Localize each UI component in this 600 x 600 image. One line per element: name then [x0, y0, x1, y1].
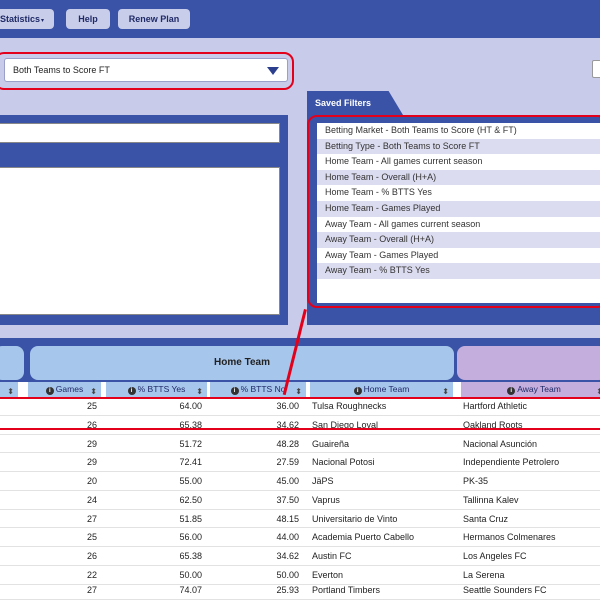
cell-home-team: Austin FC — [312, 551, 352, 561]
info-icon: i — [127, 387, 136, 395]
highlight-annotation — [307, 115, 600, 308]
cell-home-team: Vaprus — [312, 494, 340, 505]
cell-away-team: Tallinna Kalev — [463, 494, 519, 505]
cell-btts-no: 27.59 — [276, 457, 299, 468]
cell-home-team: Academia Puerto Cabello — [312, 532, 415, 543]
column-header-away-team[interactable]: i Away Team ⬍ — [461, 382, 600, 397]
cell-home-team: Universitario de Vinto — [312, 513, 398, 524]
saved-filters-tab[interactable]: Saved Filters — [307, 91, 403, 115]
group-header-home-team: Home Team — [30, 346, 454, 380]
table-row[interactable]: 29 51.72 48.28 Guaireña Nacional Asunció… — [0, 435, 600, 454]
column-header-btts-yes[interactable]: i% BTTS Yes ⬍ — [106, 382, 207, 397]
left-filter-input[interactable] — [0, 123, 280, 143]
table-row[interactable]: 27 51.85 48.15 Universitario de Vinto Sa… — [0, 510, 600, 529]
column-header-btts-no[interactable]: i% BTTS No ⬍ — [210, 382, 306, 397]
table-row[interactable]: 25 56.00 44.00 Academia Puerto Cabello H… — [0, 528, 600, 547]
statistics-label: Statistics — [0, 14, 40, 24]
highlight-annotation — [0, 52, 294, 90]
cell-away-team: Santa Cruz — [463, 513, 509, 524]
cell-away-team: Independiente Petrolero — [463, 457, 560, 468]
column-header-home-team[interactable]: i Home Team ⬍ — [310, 382, 453, 397]
table-row[interactable]: 20 55.00 45.00 JäPS PK-35 — [0, 472, 600, 491]
away-team-header-label: Away Team — [517, 384, 561, 394]
column-header-partial[interactable]: ⬍ — [0, 382, 18, 397]
table-row[interactable]: 27 74.07 25.93 Portland Timbers Seattle … — [0, 581, 600, 600]
cell-btts-no: 44.00 — [276, 532, 299, 543]
cell-btts-no: 34.62 — [276, 551, 299, 561]
renew-plan-button[interactable]: Renew Plan — [118, 9, 190, 29]
btts-yes-header-label: % BTTS Yes — [137, 384, 186, 394]
small-input-field[interactable] — [592, 60, 600, 78]
caret-down-icon: ▾ — [41, 18, 45, 24]
cell-btts-no: 45.00 — [276, 476, 299, 486]
cell-away-team: Seattle Sounders FC — [463, 585, 547, 595]
home-team-header-label: Home Team — [363, 384, 410, 394]
highlight-annotation — [0, 397, 600, 430]
statistics-menu-button[interactable]: Statistics▾ — [0, 9, 54, 29]
info-icon: i — [353, 387, 362, 395]
cell-away-team: Hermanos Colmenares — [463, 532, 556, 543]
info-icon: i — [45, 387, 54, 395]
games-header-label: Games — [55, 384, 84, 394]
table-row[interactable]: 24 62.50 37.50 Vaprus Tallinna Kalev — [0, 491, 600, 510]
info-icon: i — [507, 387, 516, 395]
cell-away-team: Los Angeles FC — [463, 551, 527, 561]
help-button[interactable]: Help — [66, 9, 110, 29]
column-header-games[interactable]: i Games ⬍ — [28, 382, 101, 397]
cell-home-team: Portland Timbers — [312, 585, 381, 595]
top-navbar: Statistics▾ Help Renew Plan — [0, 0, 600, 38]
group-header-away-team — [457, 346, 600, 380]
cell-away-team: Nacional Asunción — [463, 438, 538, 449]
cell-home-team: Nacional Potosi — [312, 457, 375, 468]
info-icon: i — [230, 387, 239, 395]
cell-btts-no: 48.28 — [276, 438, 299, 449]
cell-home-team: Guaireña — [312, 438, 350, 449]
cell-btts-no: 48.15 — [276, 513, 299, 524]
left-filter-list[interactable] — [0, 167, 280, 315]
btts-no-header-label: % BTTS No — [240, 384, 286, 394]
table-row[interactable]: 26 65.38 34.62 Austin FC Los Angeles FC — [0, 547, 600, 566]
table-row[interactable]: 29 72.41 27.59 Nacional Potosi Independi… — [0, 453, 600, 472]
cell-away-team: PK-35 — [463, 476, 489, 486]
group-header-left — [0, 346, 24, 380]
cell-btts-no: 25.93 — [276, 585, 299, 595]
cell-btts-no: 37.50 — [276, 494, 299, 505]
cell-home-team: JäPS — [312, 476, 334, 486]
